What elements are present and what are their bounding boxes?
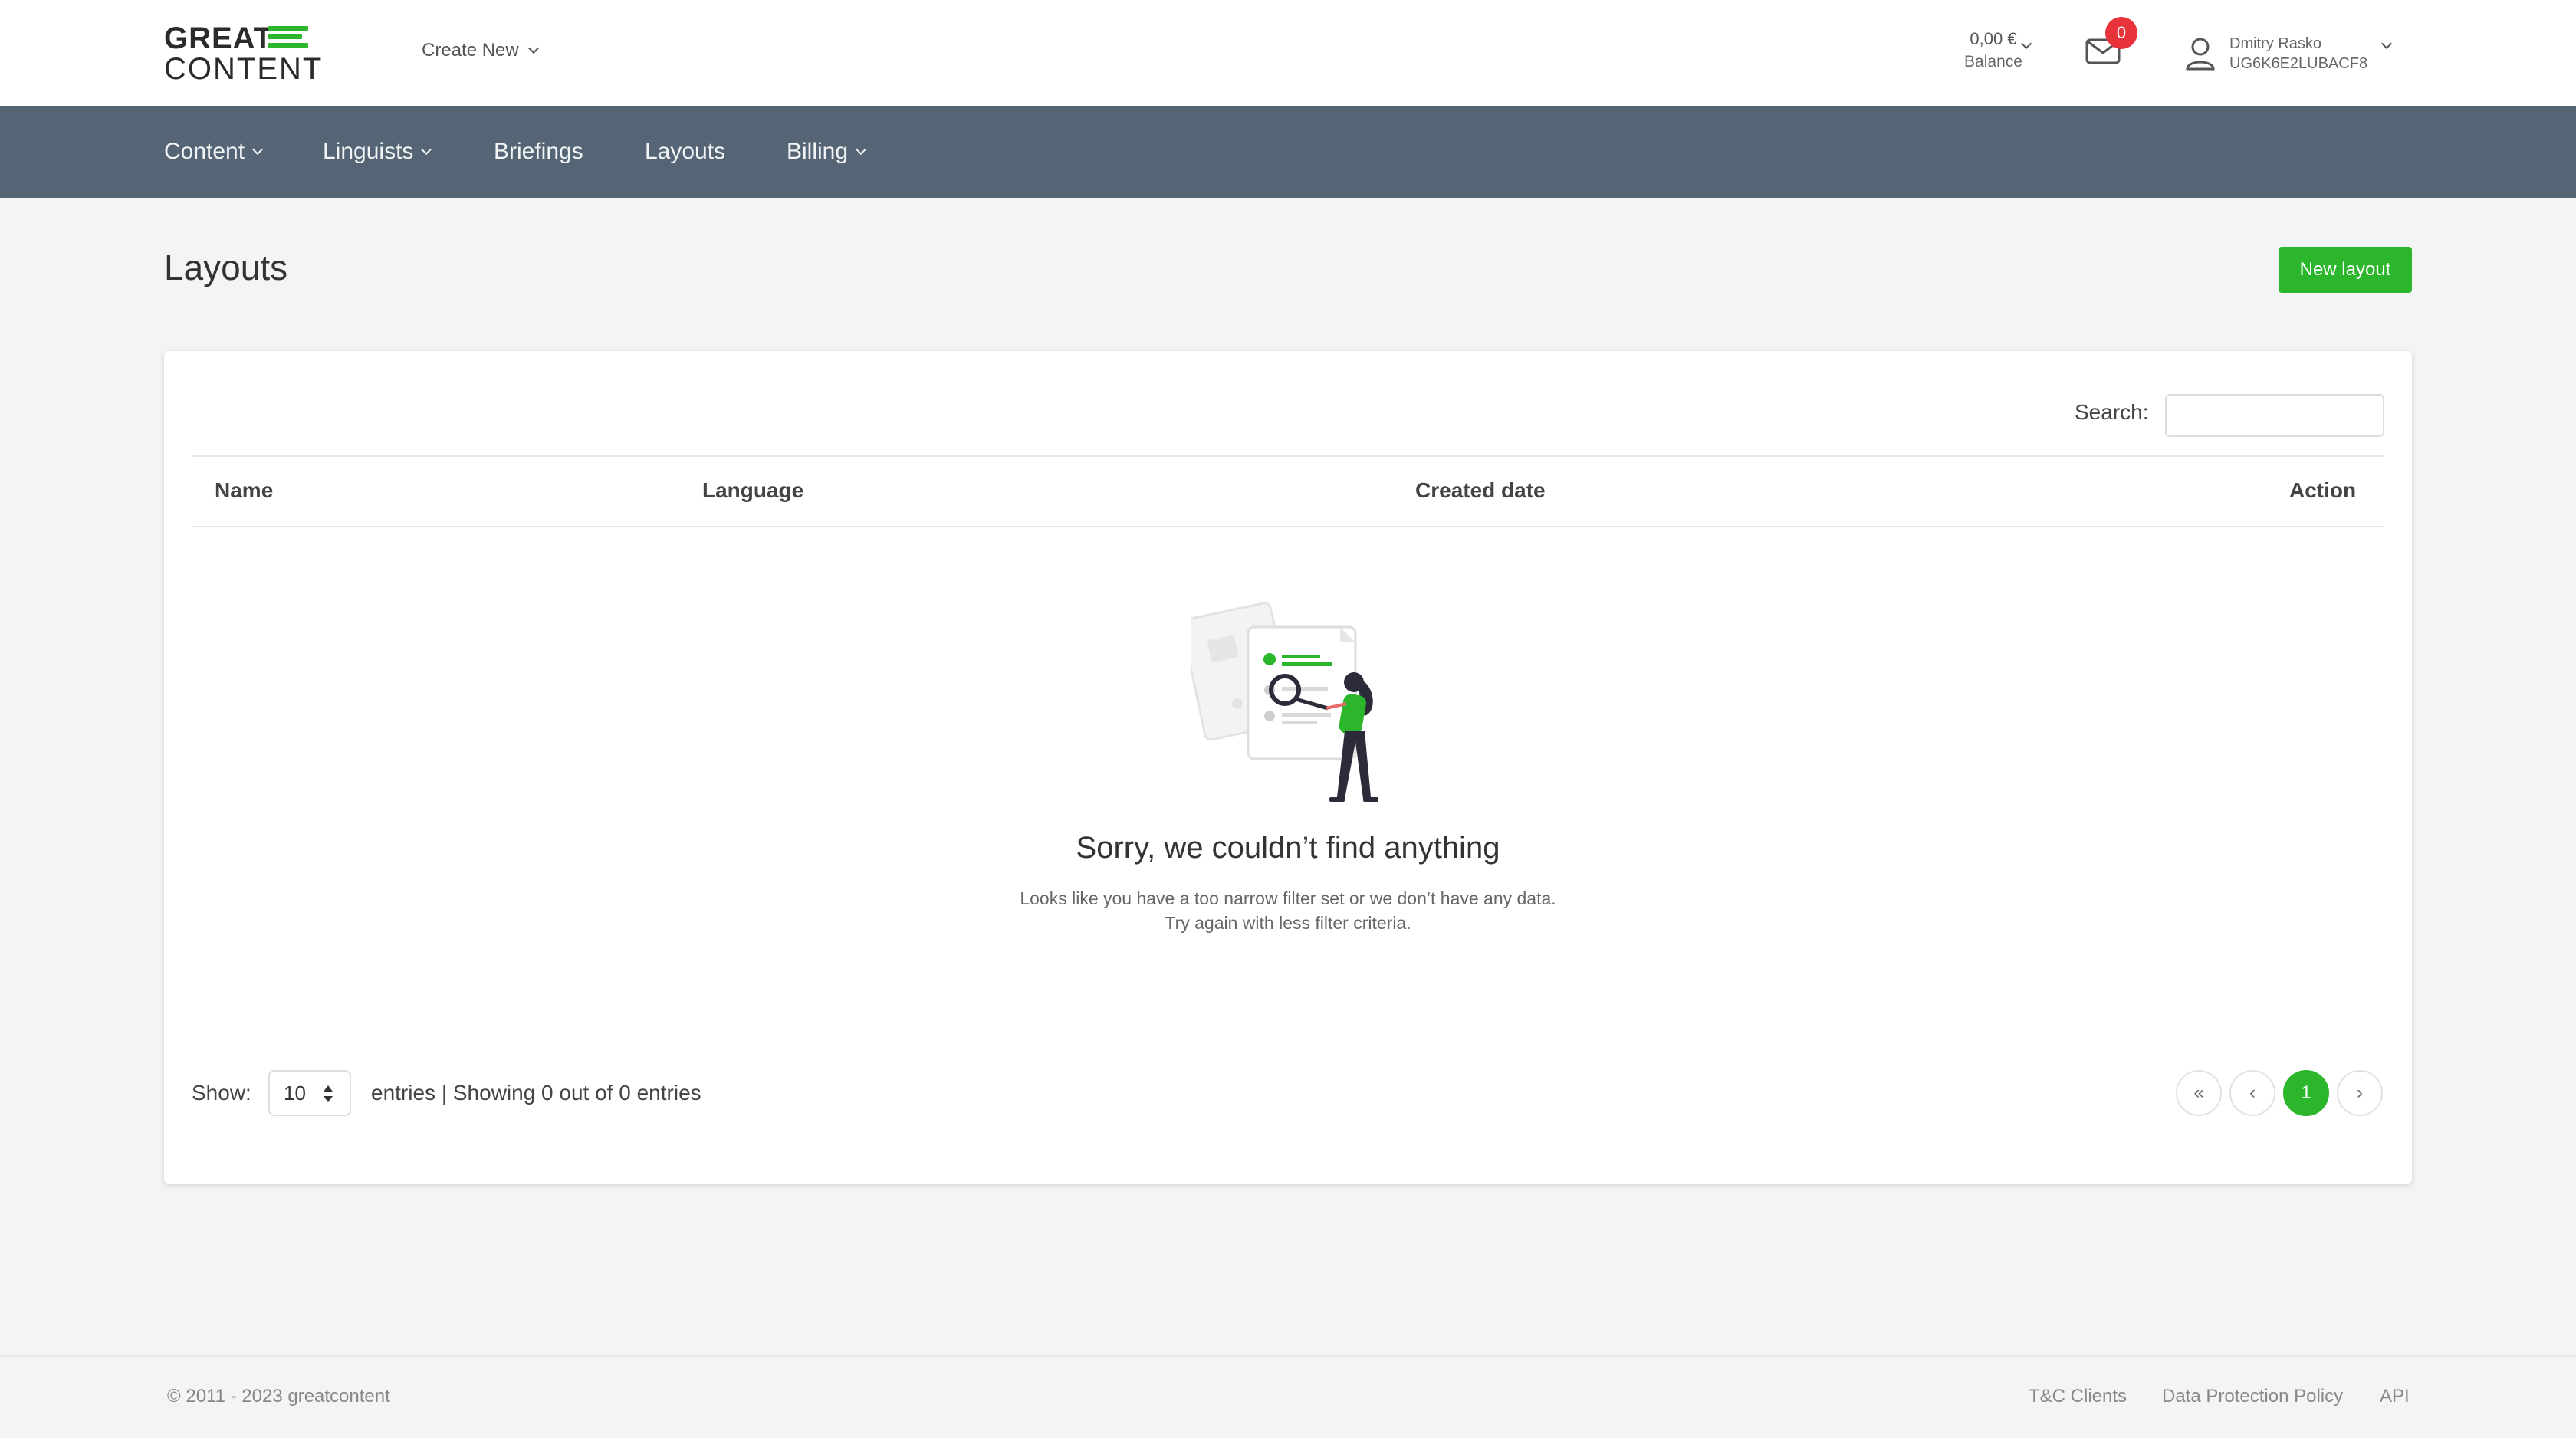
balance-amount: 0,00 €	[1970, 29, 2017, 48]
balance-label: Balance	[1964, 53, 2022, 71]
nav-item-label: Billing	[787, 139, 849, 164]
empty-state-line-1: Looks like you have a too narrow filter …	[1020, 888, 1556, 908]
empty-state-title: Sorry, we couldn’t find anything	[1076, 831, 1500, 865]
chevron-down-icon	[421, 143, 432, 156]
user-icon	[2186, 38, 2215, 71]
empty-search-illustration	[1191, 602, 1378, 802]
copyright-text: © 2011 - 2023 greatcontent	[167, 1386, 390, 1407]
user-id: UG6K6E2LUBACF8	[2229, 55, 2368, 72]
top-header: GREAT CONTENT Create New 0,00 € Balance …	[0, 0, 2576, 106]
messages-count-badge: 0	[2105, 17, 2137, 49]
sort-updown-icon	[324, 1085, 333, 1102]
user-chevron-down-icon[interactable]	[2380, 38, 2393, 50]
column-header-language[interactable]: Language	[702, 478, 803, 503]
footer-link-data-protection[interactable]: Data Protection Policy	[2162, 1386, 2343, 1407]
main-navbar: Content Linguists Briefings Layouts Bill…	[0, 106, 2576, 198]
logo-bars-icon	[268, 26, 308, 51]
nav-item-label: Briefings	[494, 139, 583, 164]
nav-item-billing[interactable]: Billing	[787, 106, 867, 198]
layouts-table-card: Search: Name Language Created date Actio…	[164, 351, 2412, 1184]
create-new-label: Create New	[422, 40, 519, 61]
new-layout-button[interactable]: New layout	[2279, 247, 2412, 293]
page-size-value: 10	[284, 1082, 306, 1105]
column-header-created-date[interactable]: Created date	[1415, 478, 1546, 503]
greatcontent-logo[interactable]: GREAT CONTENT	[164, 21, 321, 86]
chevron-down-icon	[855, 143, 867, 156]
pagination-prev-button[interactable]: ‹	[2229, 1070, 2275, 1116]
pagination-next-button[interactable]: ›	[2337, 1070, 2383, 1116]
pagination-page-1[interactable]: 1	[2283, 1070, 2329, 1116]
search-label: Search:	[2075, 400, 2149, 424]
pagination-first-button[interactable]: «	[2176, 1070, 2222, 1116]
nav-item-label: Layouts	[645, 139, 726, 164]
footer-link-api[interactable]: API	[2380, 1386, 2410, 1407]
empty-state-line-2: Try again with less filter criteria.	[1165, 913, 1411, 933]
logo-text-top: GREAT	[164, 21, 274, 55]
nav-item-linguists[interactable]: Linguists	[323, 106, 432, 198]
create-new-dropdown[interactable]: Create New	[422, 40, 539, 61]
column-header-action: Action	[2289, 478, 2357, 502]
page-size-select[interactable]: 10	[268, 1070, 351, 1116]
page-size-label: Show:	[192, 1081, 251, 1105]
logo-text-bottom: CONTENT	[164, 52, 324, 86]
nav-item-label: Linguists	[323, 139, 414, 164]
entries-summary: entries | Showing 0 out of 0 entries	[371, 1081, 702, 1105]
balance-widget[interactable]: 0,00 € Balance	[1940, 28, 2047, 74]
table-header: Name Language Created date Action	[192, 455, 2384, 527]
footer-link-tc-clients[interactable]: T&C Clients	[2029, 1386, 2127, 1407]
user-menu[interactable]: Dmitry Rasko UG6K6E2LUBACF8	[2185, 31, 2367, 77]
search-input[interactable]	[2165, 394, 2384, 437]
page-title: Layouts	[164, 248, 288, 287]
nav-item-content[interactable]: Content	[164, 106, 264, 198]
column-header-name[interactable]: Name	[215, 478, 273, 503]
chevron-down-icon	[252, 143, 264, 156]
page-footer: © 2011 - 2023 greatcontent T&C Clients D…	[0, 1355, 2576, 1438]
chevron-down-icon	[527, 42, 539, 54]
nav-item-label: Content	[164, 139, 245, 164]
user-name: Dmitry Rasko	[2229, 35, 2322, 52]
nav-item-briefings[interactable]: Briefings	[494, 106, 583, 198]
empty-state-message: Looks like you have a too narrow filter …	[164, 886, 2412, 935]
nav-item-layouts[interactable]: Layouts	[645, 106, 725, 198]
